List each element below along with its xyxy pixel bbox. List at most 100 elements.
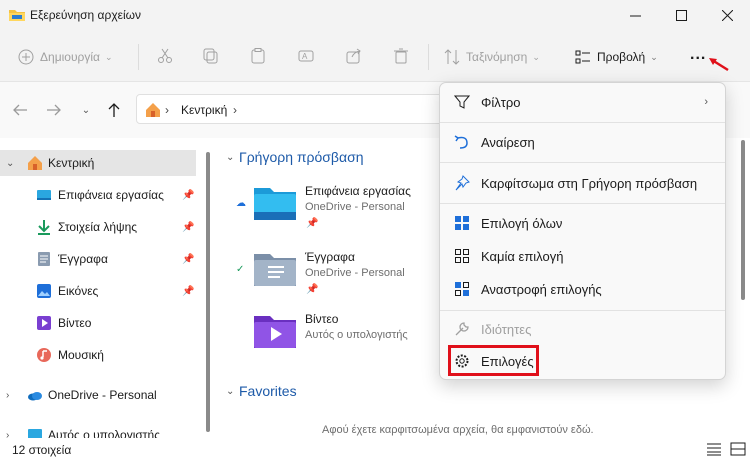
sort-label: Ταξινόμηση xyxy=(466,50,528,64)
sidebar-item-label: Έγγραφα xyxy=(58,252,108,266)
maximize-button[interactable] xyxy=(658,0,704,30)
pin-icon: 📌 xyxy=(306,284,319,295)
rename-button[interactable]: A xyxy=(296,46,316,66)
menu-item-select-all[interactable]: Επιλογή όλων xyxy=(445,207,722,239)
menu-divider xyxy=(440,203,725,204)
menu-item-filter[interactable]: Φίλτρο › xyxy=(445,86,722,118)
chevron-right-icon: › xyxy=(6,389,10,401)
annotation-arrow-icon xyxy=(709,58,729,72)
command-bar: Δημιουργία ⌄ A Ταξινόμηση ⌄ Προβολή ⌄ ..… xyxy=(0,30,750,82)
plus-circle-icon xyxy=(18,49,34,65)
favorites-header[interactable]: Favorites xyxy=(239,383,297,399)
status-bar: 12 στοιχεία xyxy=(0,438,750,460)
sidebar-item-home[interactable]: ⌄ Κεντρική xyxy=(0,150,196,176)
sidebar-item-downloads[interactable]: Στοιχεία λήψης 📌 xyxy=(0,214,196,240)
menu-item-label: Καρφίτσωμα στη Γρήγορη πρόσβαση xyxy=(481,175,698,191)
scissors-icon xyxy=(158,48,172,63)
delete-button[interactable] xyxy=(391,46,411,66)
trash-icon xyxy=(394,48,408,64)
up-button[interactable] xyxy=(104,100,124,120)
copy-button[interactable] xyxy=(201,46,221,66)
maximize-icon xyxy=(675,9,687,21)
recent-dropdown-button[interactable]: ⌄ xyxy=(76,100,96,120)
paste-button[interactable] xyxy=(248,46,268,66)
menu-item-pin-quick-access[interactable]: Καρφίτσωμα στη Γρήγορη πρόσβαση xyxy=(445,167,722,199)
menu-divider xyxy=(440,122,725,123)
rename-icon: A xyxy=(298,50,314,62)
filter-icon xyxy=(453,93,471,111)
select-none-icon xyxy=(453,247,471,265)
minimize-icon xyxy=(629,15,641,16)
clipboard-icon xyxy=(251,48,265,64)
menu-item-invert-selection[interactable]: Αναστροφή επιλογής xyxy=(445,273,722,305)
view-label: Προβολή xyxy=(597,50,646,64)
quick-access-item[interactable]: ✓ Έγγραφα OneDrive - Personal 📌 xyxy=(214,250,434,306)
forward-button[interactable] xyxy=(44,100,64,120)
undo-icon xyxy=(453,133,471,151)
minimize-button[interactable] xyxy=(612,0,658,30)
sidebar-item-videos[interactable]: Βίντεο xyxy=(0,310,196,336)
sidebar-item-label: Εικόνες xyxy=(58,284,99,298)
pin-icon xyxy=(453,174,471,192)
quick-access-item[interactable]: Βίντεο Αυτός ο υπολογιστής xyxy=(214,312,434,368)
home-icon xyxy=(146,103,160,117)
sort-icon xyxy=(444,49,460,65)
breadcrumb-home[interactable]: Κεντρική xyxy=(181,103,227,117)
sidebar-item-label: Βίντεο xyxy=(58,316,92,330)
tiles-view-icon[interactable] xyxy=(730,442,746,456)
desktop-folder-icon xyxy=(254,188,296,220)
chevron-down-icon: ⌄ xyxy=(6,157,15,169)
arrow-right-icon xyxy=(47,104,61,116)
sidebar-scrollbar[interactable] xyxy=(206,152,210,432)
close-button[interactable] xyxy=(704,0,750,30)
pin-icon: 📌 xyxy=(182,253,195,265)
menu-item-label: Αναστροφή επιλογής xyxy=(481,281,602,297)
menu-item-label: Επιλογή όλων xyxy=(481,215,563,231)
content-scrollbar[interactable] xyxy=(741,140,745,300)
back-button[interactable] xyxy=(10,100,30,120)
details-view-icon[interactable] xyxy=(706,442,722,456)
view-icon xyxy=(575,50,590,64)
share-button[interactable] xyxy=(344,46,364,66)
new-button[interactable]: Δημιουργία ⌄ xyxy=(18,44,112,70)
options-highlight-box xyxy=(448,345,539,376)
chevron-down-icon: ⌄ xyxy=(532,51,540,62)
cut-button[interactable] xyxy=(155,46,175,66)
menu-divider xyxy=(440,162,725,163)
sidebar-item-label: Κεντρική xyxy=(48,156,95,170)
window-title: Εξερεύνηση αρχείων xyxy=(30,8,141,22)
item-count: 12 στοιχεία xyxy=(12,443,72,457)
menu-item-undo[interactable]: Αναίρεση xyxy=(445,126,722,158)
quick-access-item[interactable]: ☁ Επιφάνεια εργασίας OneDrive - Personal… xyxy=(214,184,434,240)
menu-item-select-none[interactable]: Καμία επιλογή xyxy=(445,240,722,272)
svg-text:A: A xyxy=(302,52,308,61)
videos-folder-icon xyxy=(254,316,296,348)
view-button[interactable]: Προβολή ⌄ xyxy=(575,44,658,70)
sidebar-item-onedrive[interactable]: › OneDrive - Personal xyxy=(0,382,196,408)
chevron-down-icon: ⌄ xyxy=(650,51,658,62)
sidebar-item-desktop[interactable]: Επιφάνεια εργασίας 📌 xyxy=(0,182,196,208)
more-options-button[interactable]: ... xyxy=(690,42,706,68)
sidebar-item-documents[interactable]: Έγγραφα 📌 xyxy=(0,246,196,272)
menu-item-label: Ιδιότητες xyxy=(481,321,532,337)
item-name: Έγγραφα xyxy=(305,250,355,264)
copy-icon xyxy=(203,48,218,64)
chevron-down-icon[interactable]: ⌄ xyxy=(226,386,234,397)
toolbar-divider xyxy=(428,44,429,70)
sidebar-item-pictures[interactable]: Εικόνες 📌 xyxy=(0,278,196,304)
sort-button[interactable]: Ταξινόμηση ⌄ xyxy=(444,44,540,70)
title-bar: Εξερεύνηση αρχείων xyxy=(0,0,750,30)
chevron-down-icon[interactable]: ⌄ xyxy=(226,152,234,163)
item-location: Αυτός ο υπολογιστής xyxy=(305,329,408,341)
new-label: Δημιουργία xyxy=(40,50,100,64)
sidebar-item-this-pc[interactable]: › Αυτός ο υπολογιστής xyxy=(0,422,196,438)
sidebar-item-music[interactable]: Μουσική xyxy=(0,342,196,368)
quick-access-header[interactable]: Γρήγορη πρόσβαση xyxy=(239,149,364,165)
documents-folder-icon xyxy=(254,254,296,286)
chevron-down-icon: ⌄ xyxy=(104,51,113,62)
sidebar-item-label: Επιφάνεια εργασίας xyxy=(58,188,164,202)
pictures-icon xyxy=(37,284,51,298)
address-bar[interactable]: › Κεντρική › xyxy=(136,94,446,124)
menu-item-label: Φίλτρο xyxy=(481,94,521,110)
menu-item-label: Αναίρεση xyxy=(481,134,535,150)
